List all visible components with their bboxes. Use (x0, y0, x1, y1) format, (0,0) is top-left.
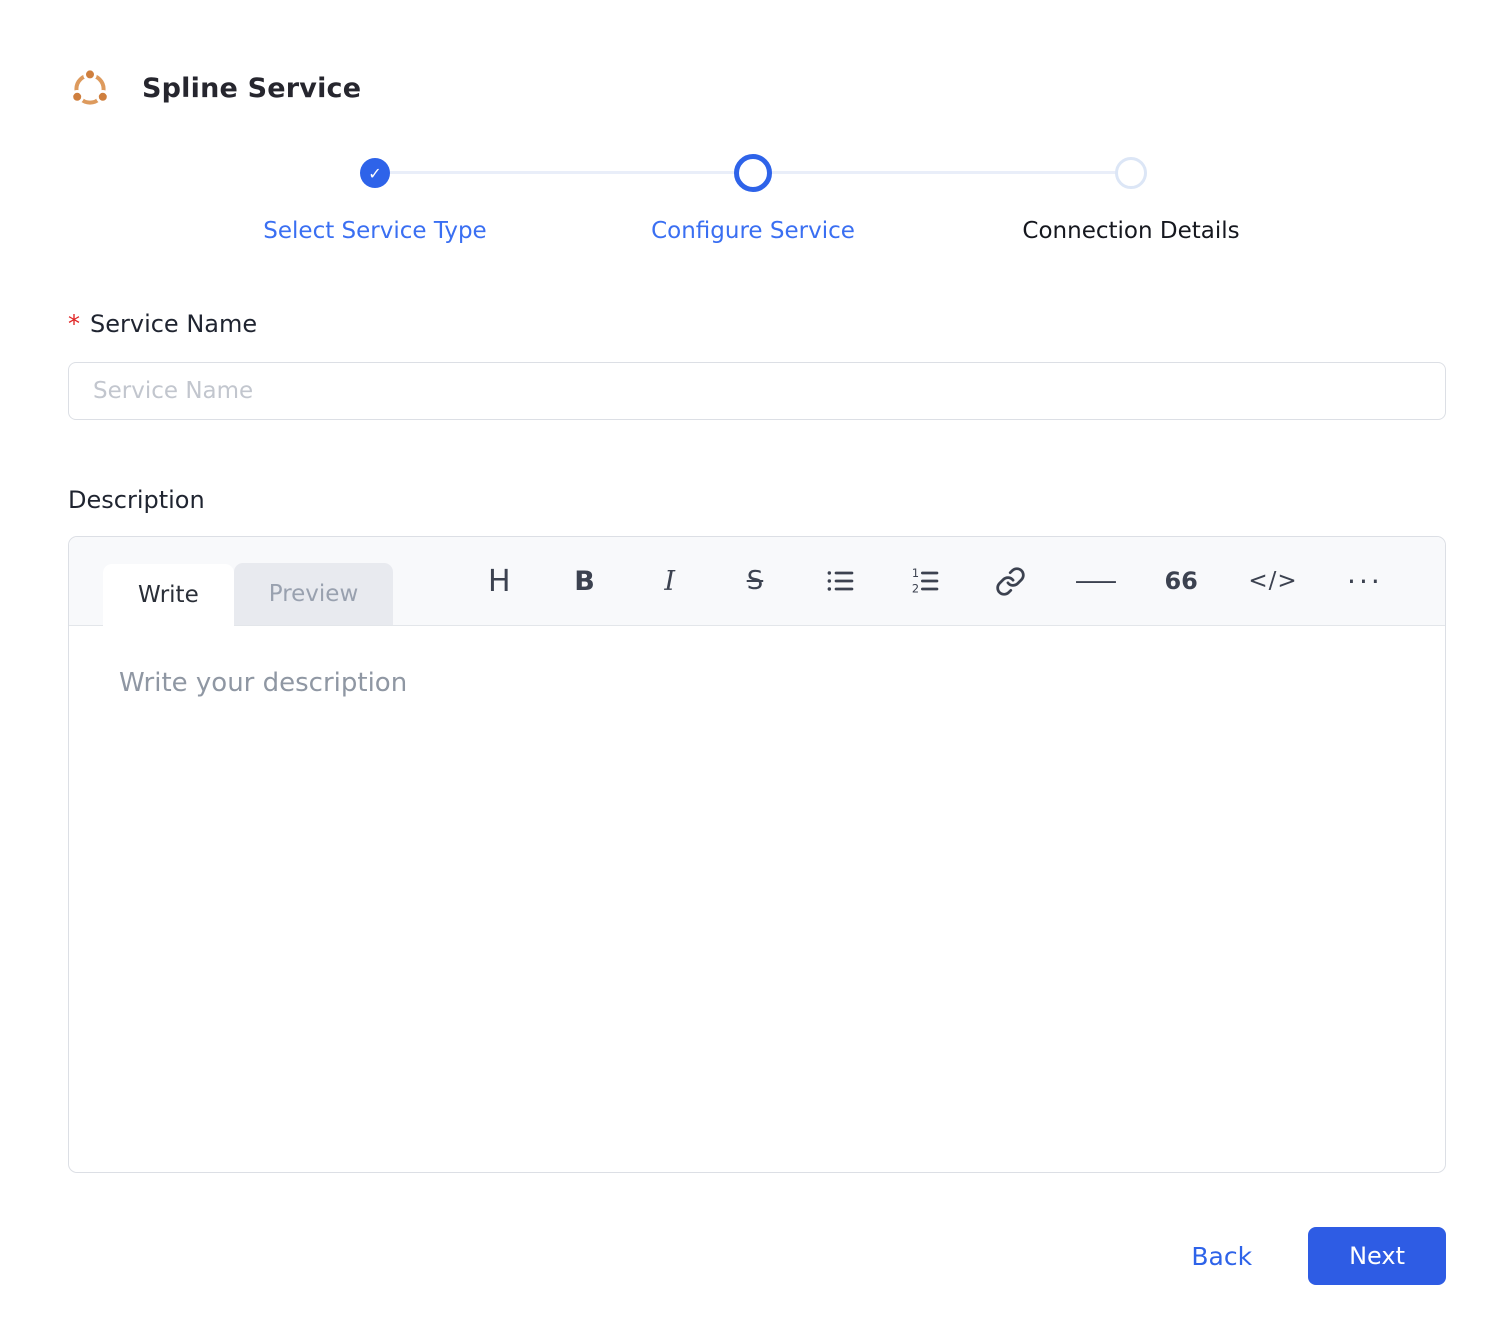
svg-text:1: 1 (912, 566, 919, 580)
editor-toolbar-bar: Write Preview H B I S 1 2 — 66 </> ··· (69, 537, 1445, 626)
tab-preview[interactable]: Preview (233, 563, 394, 625)
link-button[interactable] (993, 559, 1029, 603)
check-icon: ✓ (368, 163, 382, 183)
step-label: Select Service Type (263, 218, 487, 244)
step-upcoming-circle (1115, 157, 1147, 189)
step-label: Connection Details (1022, 218, 1240, 244)
quote-button[interactable]: 66 (1163, 559, 1199, 603)
strikethrough-button[interactable]: S (737, 559, 773, 603)
step-active-circle (734, 154, 772, 192)
service-name-label-text: Service Name (90, 310, 258, 338)
more-options-button[interactable]: ··· (1347, 559, 1383, 603)
description-label-text: Description (68, 486, 205, 514)
svg-text:2: 2 (912, 581, 919, 595)
step-select-service-type[interactable]: ✓ Select Service Type (186, 154, 564, 244)
wizard-footer: Back Next (0, 1227, 1446, 1285)
step-configure-service[interactable]: Configure Service (564, 154, 942, 244)
markdown-editor: Write Preview H B I S 1 2 — 66 </> ··· W… (68, 536, 1446, 1173)
tab-write[interactable]: Write (103, 564, 234, 626)
next-button[interactable]: Next (1308, 1227, 1446, 1285)
page-title: Spline Service (142, 72, 362, 104)
service-name-label: * Service Name (68, 310, 1446, 338)
italic-button[interactable]: I (652, 559, 688, 603)
step-completed-circle: ✓ (360, 158, 390, 188)
horizontal-rule-button[interactable]: — (1065, 559, 1126, 603)
heading-button[interactable]: H (481, 559, 517, 603)
ordered-list-icon: 1 2 (912, 566, 939, 595)
step-connection-details[interactable]: Connection Details (942, 154, 1320, 244)
app-header: Spline Service (0, 0, 1506, 112)
bullet-list-icon (827, 571, 854, 591)
editor-toolbar: H B I S 1 2 — 66 </> ··· (393, 537, 1411, 625)
stepper-steps: ✓ Select Service Type Configure Service … (186, 154, 1320, 244)
description-editor[interactable]: Write your description (69, 626, 1445, 1172)
step-circle-row: ✓ (360, 154, 390, 192)
back-button[interactable]: Back (1185, 1241, 1258, 1272)
description-placeholder: Write your description (119, 668, 408, 698)
editor-tabs: Write Preview (103, 537, 394, 626)
service-name-input[interactable] (68, 362, 1446, 420)
link-icon (996, 566, 1025, 596)
description-label: Description (68, 486, 1446, 514)
network-nodes-icon (70, 67, 110, 105)
bold-button[interactable]: B (567, 559, 603, 603)
ordered-list-button[interactable]: 1 2 (907, 559, 943, 603)
bullet-list-button[interactable] (822, 559, 858, 603)
stepper: ✓ Select Service Type Configure Service … (186, 154, 1320, 244)
step-circle-row (1115, 154, 1147, 192)
spline-service-logo-icon (66, 64, 114, 112)
code-button[interactable]: </> (1248, 559, 1297, 603)
configure-service-page: Spline Service ✓ Select Service Type Con… (0, 0, 1506, 1332)
required-asterisk: * (68, 310, 80, 338)
step-circle-row (734, 154, 772, 192)
step-label: Configure Service (651, 218, 855, 244)
